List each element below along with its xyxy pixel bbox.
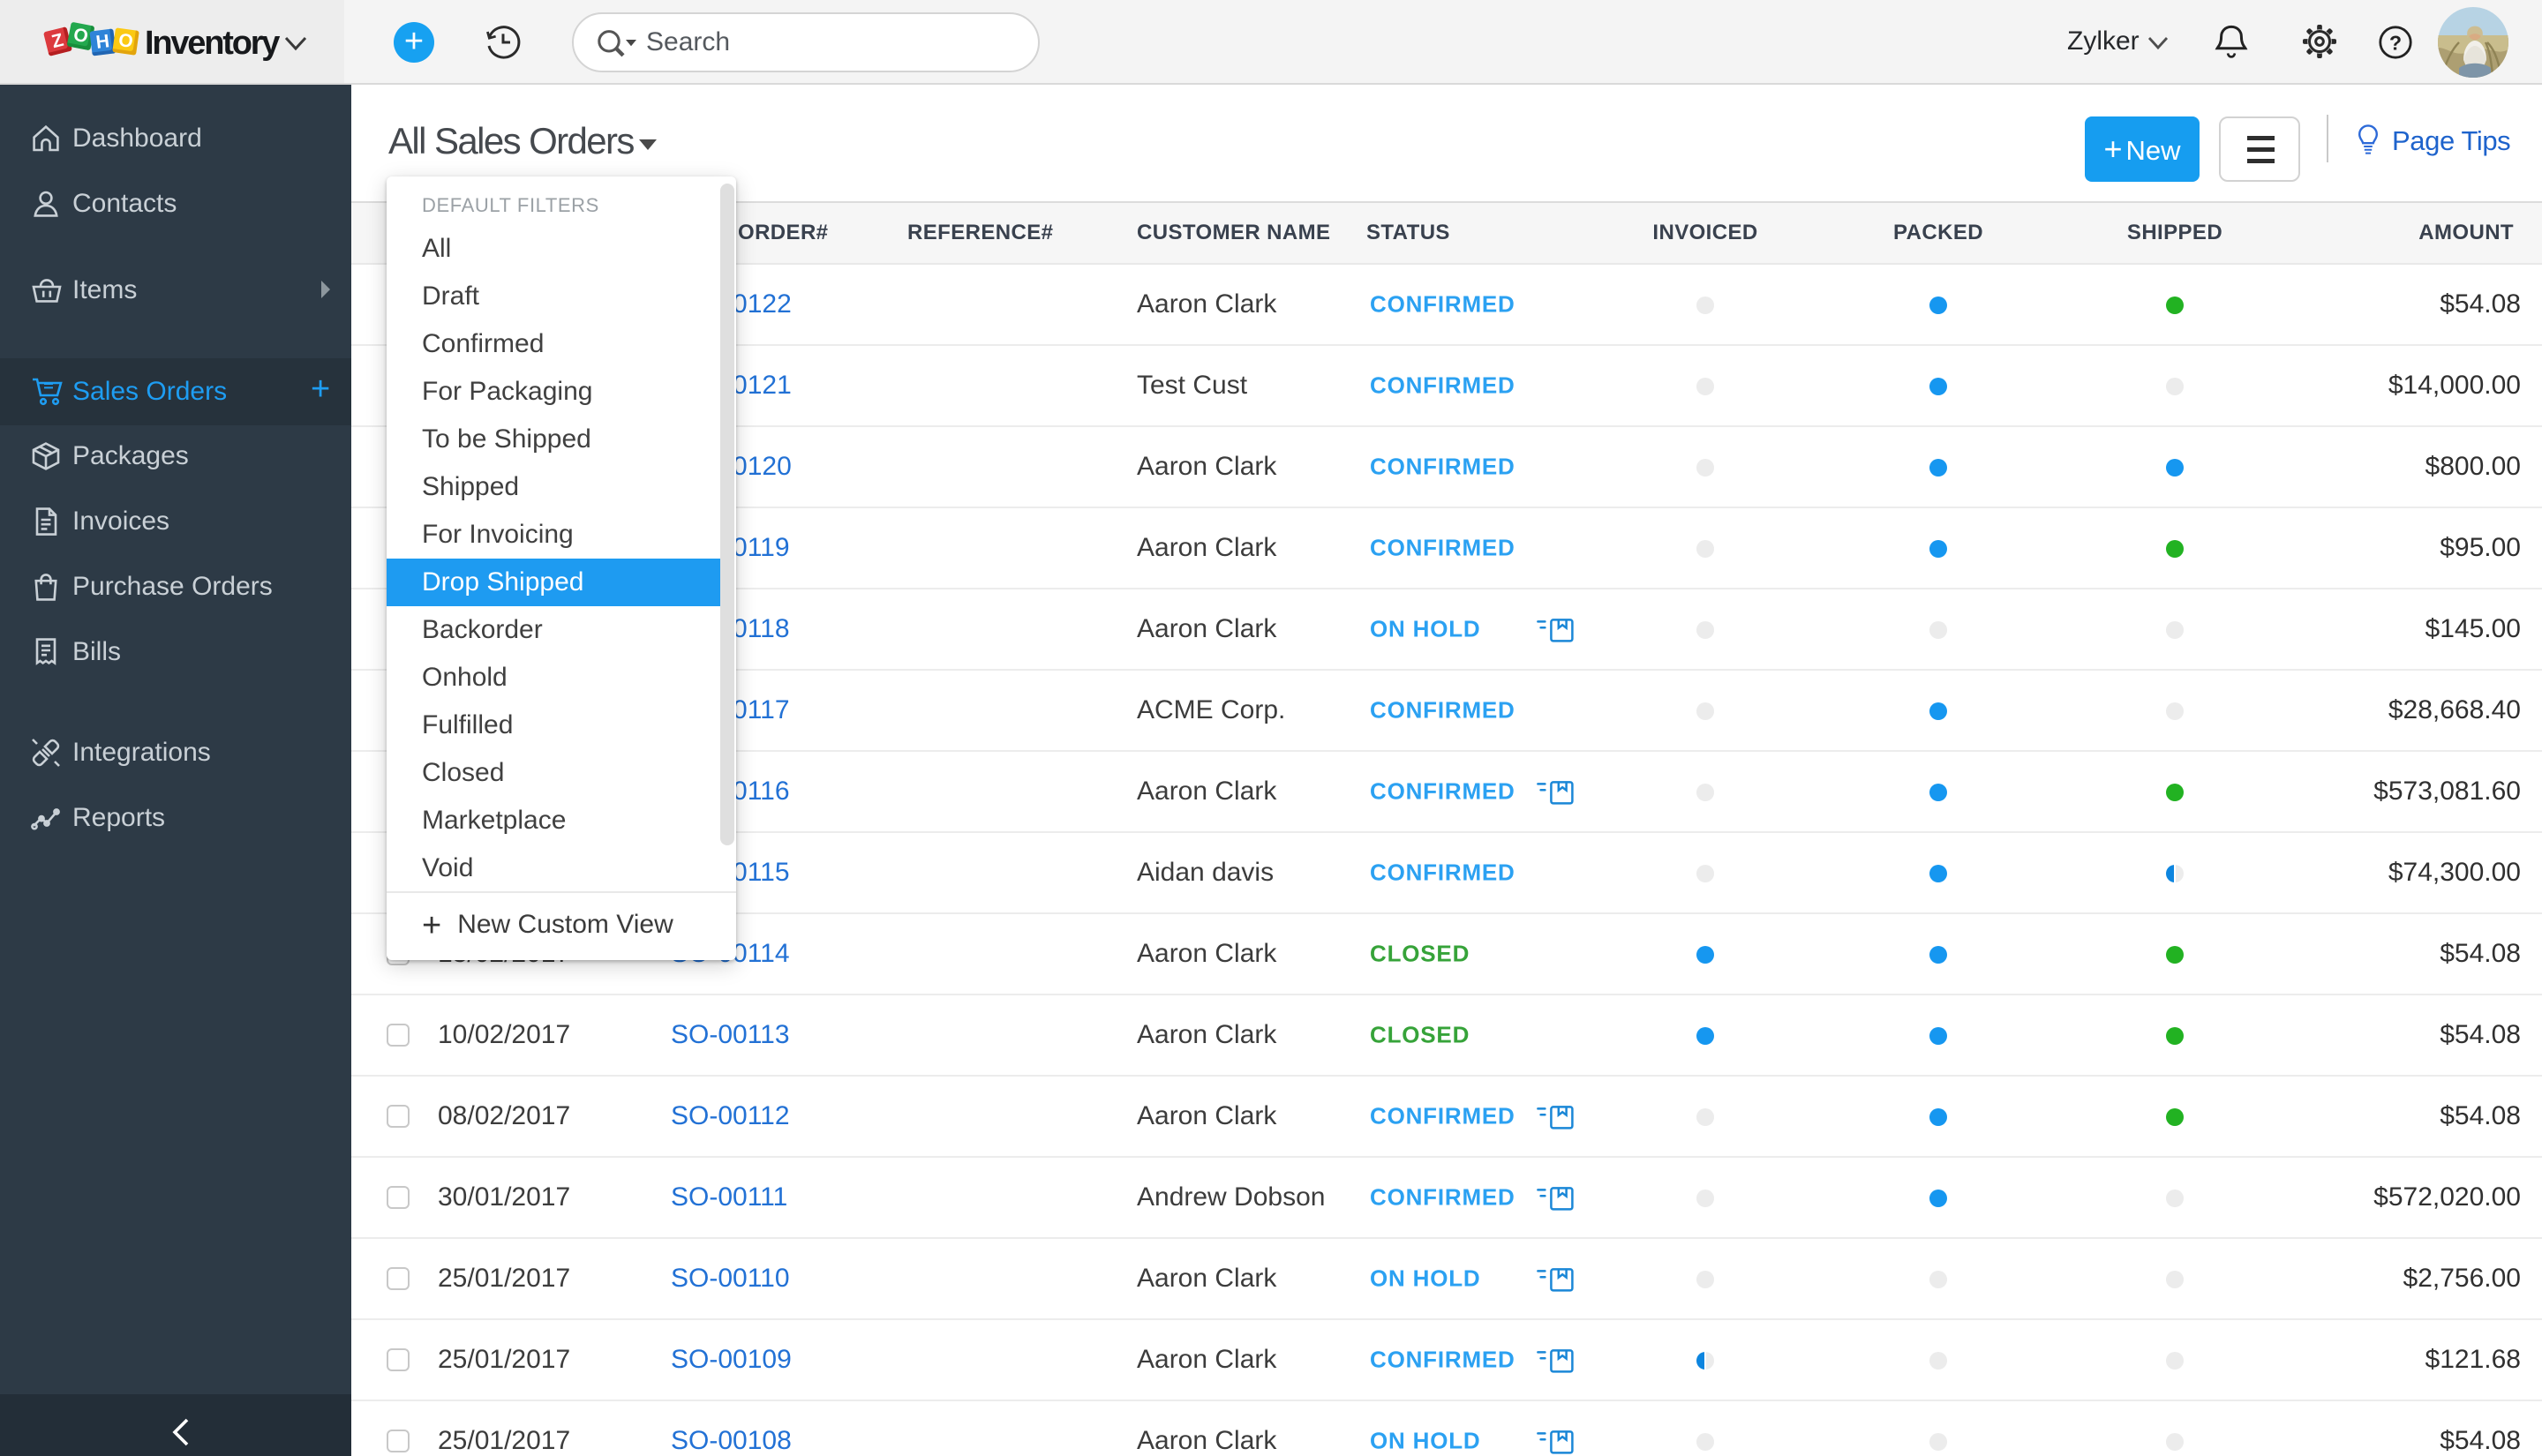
svg-text:?: ? — [2389, 31, 2402, 54]
